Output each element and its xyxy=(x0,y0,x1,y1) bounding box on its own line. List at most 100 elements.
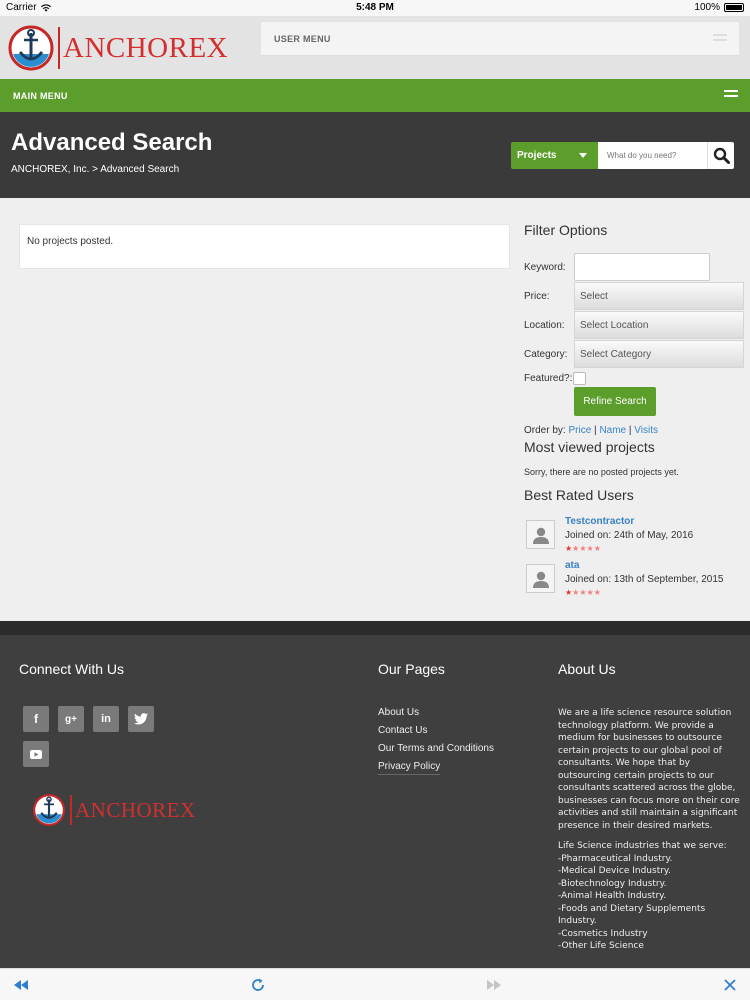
order-separator: | xyxy=(594,425,597,436)
industries-list: -Pharmaceutical Industry. -Medical Devic… xyxy=(558,853,740,953)
keyword-label: Keyword: xyxy=(524,262,566,273)
breadcrumb[interactable]: ANCHOREX, Inc. > Advanced Search xyxy=(11,164,179,175)
refine-search-button[interactable]: Refine Search xyxy=(574,387,656,416)
user-menu-hamburger-icon[interactable] xyxy=(713,34,727,44)
our-pages-heading: Our Pages xyxy=(378,661,445,677)
order-by-label: Order by: xyxy=(524,425,566,436)
filter-heading: Filter Options xyxy=(524,222,608,238)
order-by-visits-link[interactable]: Visits xyxy=(634,425,658,436)
footer-divider xyxy=(0,621,750,635)
list-item: -Cosmetics Industry xyxy=(558,928,648,939)
chevron-down-icon xyxy=(579,153,587,158)
category-label: Category: xyxy=(524,349,568,360)
user-joined-date: Joined on: 13th of September, 2015 xyxy=(565,574,724,585)
about-text: We are a life science resource solution … xyxy=(558,707,740,953)
about-paragraph: We are a life science resource solution … xyxy=(558,708,740,831)
best-rated-heading: Best Rated Users xyxy=(524,487,634,503)
user-silhouette-icon xyxy=(532,571,549,588)
footer-link-contact[interactable]: Contact Us xyxy=(378,725,494,738)
search-type-value: Projects xyxy=(517,150,557,161)
battery-icon xyxy=(724,3,744,12)
header-search: Projects xyxy=(511,142,734,169)
rewind-icon[interactable] xyxy=(13,977,29,993)
list-item: -Biotechnology Industry. xyxy=(558,878,667,889)
rated-user-row[interactable]: Testcontractor Joined on: 24th of May, 2… xyxy=(524,516,744,556)
list-item: -Foods and Dietary Supplements Industry. xyxy=(558,903,706,927)
site-footer: Connect With Us f g+ in ANCHOREX Our Pag… xyxy=(0,635,750,968)
avatar[interactable] xyxy=(526,520,555,549)
order-separator: | xyxy=(628,425,632,436)
about-heading: About Us xyxy=(558,661,616,677)
avatar[interactable] xyxy=(526,564,555,593)
star-rating: ★★★★★ xyxy=(565,544,601,553)
refresh-icon[interactable] xyxy=(250,977,266,993)
status-bar: Carrier 5:48 PM 100% xyxy=(0,0,750,16)
page-title: Advanced Search xyxy=(11,129,213,156)
price-select[interactable]: Select xyxy=(574,282,744,310)
category-select[interactable]: Select Category xyxy=(574,340,744,368)
search-button[interactable] xyxy=(707,142,734,169)
facebook-icon[interactable]: f xyxy=(23,706,49,732)
youtube-icon[interactable] xyxy=(23,741,49,767)
youtube-glyph xyxy=(30,750,42,759)
rated-user-row[interactable]: ata Joined on: 13th of September, 2015 ★… xyxy=(524,560,744,600)
list-item: -Animal Health Industry. xyxy=(558,891,667,901)
keyword-input[interactable] xyxy=(574,253,710,281)
fast-forward-icon[interactable] xyxy=(486,977,502,993)
order-by-price-link[interactable]: Price xyxy=(568,425,591,436)
list-item: -Medical Device Industry. xyxy=(558,866,671,876)
location-label: Location: xyxy=(524,320,565,331)
battery-percent: 100% xyxy=(694,2,720,13)
footer-pages-list: About Us Contact Us Our Terms and Condit… xyxy=(378,707,494,779)
battery-status: 100% xyxy=(694,2,744,13)
main-menu-bar[interactable]: MAIN MENU xyxy=(0,79,750,112)
main-menu-label: MAIN MENU xyxy=(13,91,68,101)
browser-toolbar xyxy=(0,968,750,1000)
user-silhouette-icon xyxy=(532,527,549,544)
twitter-bird-glyph xyxy=(134,713,148,725)
clock: 5:48 PM xyxy=(356,2,394,13)
footer-link-terms[interactable]: Our Terms and Conditions xyxy=(378,743,494,756)
connect-heading: Connect With Us xyxy=(19,661,125,677)
location-select[interactable]: Select Location xyxy=(574,311,744,339)
featured-label: Featured?: xyxy=(524,373,573,384)
search-type-select[interactable]: Projects xyxy=(511,142,598,169)
star-rating: ★★★★★ xyxy=(565,588,601,597)
user-name-link[interactable]: ata xyxy=(565,560,579,571)
featured-checkbox[interactable] xyxy=(573,372,586,385)
most-viewed-heading: Most viewed projects xyxy=(524,439,655,455)
footer-link-privacy[interactable]: Privacy Policy xyxy=(378,761,441,775)
logo-divider xyxy=(70,795,72,825)
close-icon[interactable] xyxy=(722,977,738,993)
no-results-message: No projects posted. xyxy=(27,236,114,247)
price-label: Price: xyxy=(524,291,550,302)
anchor-logo-icon xyxy=(8,25,54,71)
user-menu-bar[interactable]: USER MENU xyxy=(261,22,739,56)
page-header-band: Advanced Search ANCHOREX, Inc. > Advance… xyxy=(0,112,750,198)
site-logo[interactable]: ANCHOREX xyxy=(8,24,228,72)
user-name-link[interactable]: Testcontractor xyxy=(565,516,634,527)
filter-sidebar: Filter Options Keyword: Price: Select Lo… xyxy=(524,222,744,597)
google-plus-icon[interactable]: g+ xyxy=(58,706,84,732)
list-item: -Other Life Science xyxy=(558,941,644,951)
footer-link-about[interactable]: About Us xyxy=(378,707,494,720)
user-menu-label: USER MENU xyxy=(274,34,331,44)
results-panel: No projects posted. xyxy=(19,224,510,269)
most-viewed-empty: Sorry, there are no posted projects yet. xyxy=(524,467,679,477)
footer-logo[interactable]: ANCHOREX xyxy=(32,793,196,827)
search-icon xyxy=(713,147,730,164)
footer-logo-text: ANCHOREX xyxy=(75,797,196,822)
site-header: ANCHOREX USER MENU xyxy=(0,16,750,79)
list-item: -Pharmaceutical Industry. xyxy=(558,853,673,864)
order-by-name-link[interactable]: Name xyxy=(599,425,626,436)
main-menu-hamburger-icon[interactable] xyxy=(724,90,738,100)
logo-divider xyxy=(58,27,60,69)
linkedin-icon[interactable]: in xyxy=(93,706,119,732)
search-input[interactable] xyxy=(598,142,707,169)
user-joined-date: Joined on: 24th of May, 2016 xyxy=(565,530,694,541)
logo-text: ANCHOREX xyxy=(63,31,229,64)
industries-intro: Life Science industries that we serve: xyxy=(558,841,727,851)
twitter-icon[interactable] xyxy=(128,706,154,732)
order-by: Order by: Price | Name | Visits xyxy=(524,425,658,436)
anchor-logo-icon xyxy=(33,794,65,826)
